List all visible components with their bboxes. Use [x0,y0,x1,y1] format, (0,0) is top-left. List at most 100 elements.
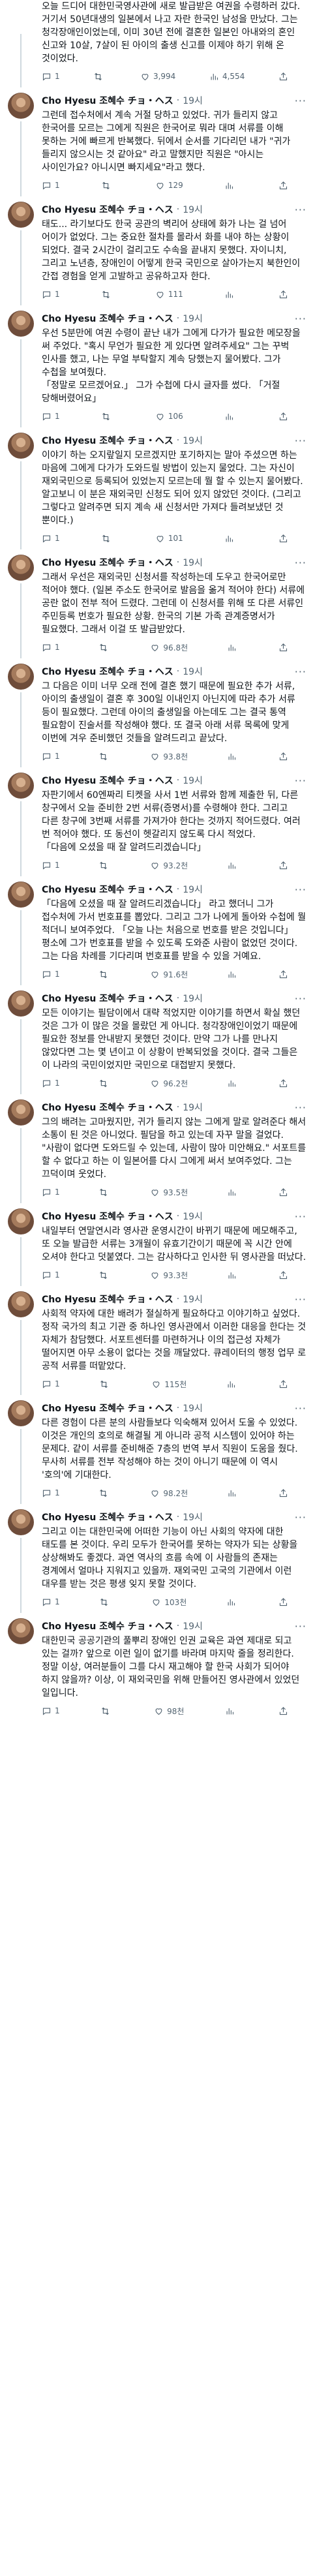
share-button[interactable] [278,861,288,870]
display-name[interactable]: Cho Hyesu 조혜수 チョ・ヘス [42,1293,173,1306]
timestamp[interactable]: 19시 [183,312,203,325]
avatar[interactable] [8,1400,34,1426]
timestamp[interactable]: 19시 [183,434,203,447]
retweet-button[interactable] [98,970,112,979]
more-options-icon[interactable]: ··· [295,883,306,896]
views-button[interactable] [227,1488,240,1498]
views-button[interactable]: 4,554 [209,72,245,82]
tweet[interactable]: Cho Hyesu 조혜수 チョ・ヘス · 19시 ··· 자판기에서 60엔짜… [0,767,313,876]
like-button[interactable]: 101 [155,534,183,544]
display-name[interactable]: Cho Hyesu 조혜수 チョ・ヘス [42,434,173,447]
display-name[interactable]: Cho Hyesu 조혜수 チョ・ヘス [42,1510,173,1524]
display-name[interactable]: Cho Hyesu 조혜수 チョ・ヘス [42,556,173,569]
reply-button[interactable]: 1 [42,1597,60,1607]
display-name[interactable]: Cho Hyesu 조혜수 チョ・ヘス [42,1101,173,1114]
tweet[interactable]: Cho Hyesu 조혜수 チョ・ヘス · 19시 ··· 태도... 라기보다… [0,196,313,305]
tweet[interactable]: Cho Hyesu 조혜수 チョ・ヘス · 19시 ··· 사회적 약자에 대한… [0,1286,313,1395]
avatar[interactable] [8,202,34,228]
timestamp[interactable]: 19시 [183,556,203,569]
like-button[interactable]: 106 [155,412,183,422]
reply-button[interactable]: 1 [42,643,60,652]
avatar[interactable] [8,773,34,799]
more-options-icon[interactable]: ··· [295,1293,306,1306]
like-button[interactable]: 3,994 [140,72,175,82]
reply-button[interactable]: 1 [42,861,60,870]
display-name[interactable]: Cho Hyesu 조혜수 チョ・ヘス [42,665,173,678]
like-button[interactable]: 93.3천 [150,1270,188,1281]
display-name[interactable]: Cho Hyesu 조혜수 チョ・ヘス [42,1402,173,1415]
share-button[interactable] [278,72,288,82]
views-button[interactable] [224,181,237,191]
timestamp[interactable]: 19시 [183,1101,203,1114]
share-button[interactable] [278,752,288,761]
share-button[interactable] [278,1079,288,1088]
more-options-icon[interactable]: ··· [295,1101,306,1114]
avatar[interactable] [8,1618,34,1644]
avatar[interactable] [8,433,34,459]
views-button[interactable] [224,534,237,544]
views-button[interactable] [224,412,237,422]
more-options-icon[interactable]: ··· [295,1620,306,1633]
retweet-button[interactable] [98,1270,112,1280]
tweet[interactable]: Cho Hyesu 조혜수 チョ・ヘス · 19시 ··· 그리고 이는 대한민… [0,1504,313,1613]
reply-button[interactable]: 1 [42,534,60,544]
reply-button[interactable]: 1 [42,970,60,979]
tweet[interactable]: Cho Hyesu 조혜수 チョ・ヘス · 19시 ··· 오늘 드디어 대한민… [0,0,313,87]
share-button[interactable] [278,1706,288,1716]
retweet-button[interactable] [98,1188,112,1197]
more-options-icon[interactable]: ··· [295,666,306,678]
retweet-button[interactable] [98,1488,112,1498]
display-name[interactable]: Cho Hyesu 조혜수 チョ・ヘス [42,1210,173,1223]
tweet[interactable]: Cho Hyesu 조혜수 チョ・ヘス · 19시 ··· 우선 5분만에 여권… [0,305,313,427]
retweet-button[interactable] [100,1706,113,1716]
views-button[interactable] [227,861,240,870]
views-button[interactable] [227,643,240,652]
more-options-icon[interactable]: ··· [295,1511,306,1524]
timestamp[interactable]: 19시 [183,774,203,787]
retweet-button[interactable] [98,1079,112,1088]
retweet-button[interactable] [99,1379,112,1389]
timestamp[interactable]: 19시 [183,1210,203,1223]
views-button[interactable] [226,1597,239,1607]
tweet[interactable]: Cho Hyesu 조혜수 チョ・ヘス · 19시 ··· 대한민국 공공기관의… [0,1613,313,1722]
like-button[interactable]: 98.2천 [150,1488,188,1499]
display-name[interactable]: Cho Hyesu 조혜수 チョ・ヘス [42,94,173,107]
share-button[interactable] [278,1270,288,1280]
retweet-button[interactable] [101,412,114,422]
like-button[interactable]: 93.8천 [150,751,188,762]
reply-button[interactable]: 1 [42,412,60,422]
display-name[interactable]: Cho Hyesu 조혜수 チョ・ヘス [42,1619,173,1633]
more-options-icon[interactable]: ··· [295,1402,306,1415]
share-button[interactable] [278,181,288,191]
display-name[interactable]: Cho Hyesu 조혜수 チョ・ヘス [42,992,173,1005]
reply-button[interactable]: 1 [42,1188,60,1197]
tweet[interactable]: Cho Hyesu 조혜수 チョ・ヘス · 19시 ··· 그 다음은 이미 너… [0,658,313,767]
views-button[interactable] [226,1379,239,1389]
views-button[interactable] [227,1079,240,1088]
reply-button[interactable]: 1 [42,1488,60,1498]
tweet[interactable]: Cho Hyesu 조혜수 チョ・ヘス · 19시 ··· 그의 배려는 고마웠… [0,1094,313,1203]
timestamp[interactable]: 19시 [183,992,203,1005]
reply-button[interactable]: 1 [42,1706,60,1716]
like-button[interactable]: 96.2천 [150,1078,188,1089]
views-button[interactable] [225,1706,238,1716]
retweet-button[interactable] [98,643,112,652]
tweet[interactable]: Cho Hyesu 조혜수 チョ・ヘス · 19시 ··· 모든 이야기는 필담… [0,985,313,1094]
timestamp[interactable]: 19시 [183,665,203,678]
timestamp[interactable]: 19시 [183,1619,203,1633]
share-button[interactable] [278,643,288,652]
share-button[interactable] [278,534,288,544]
like-button[interactable]: 96.8천 [150,642,188,653]
views-button[interactable] [227,752,240,761]
more-options-icon[interactable]: ··· [295,1210,306,1223]
retweet-button[interactable] [93,72,106,82]
display-name[interactable]: Cho Hyesu 조혜수 チョ・ヘス [42,883,173,896]
retweet-button[interactable] [99,1597,112,1607]
more-options-icon[interactable]: ··· [295,992,306,1005]
avatar[interactable] [8,664,34,690]
timestamp[interactable]: 19시 [183,94,203,107]
timestamp[interactable]: 19시 [183,203,203,216]
views-button[interactable] [224,290,237,299]
like-button[interactable]: 93.5천 [150,1187,188,1198]
avatar[interactable] [8,882,34,908]
